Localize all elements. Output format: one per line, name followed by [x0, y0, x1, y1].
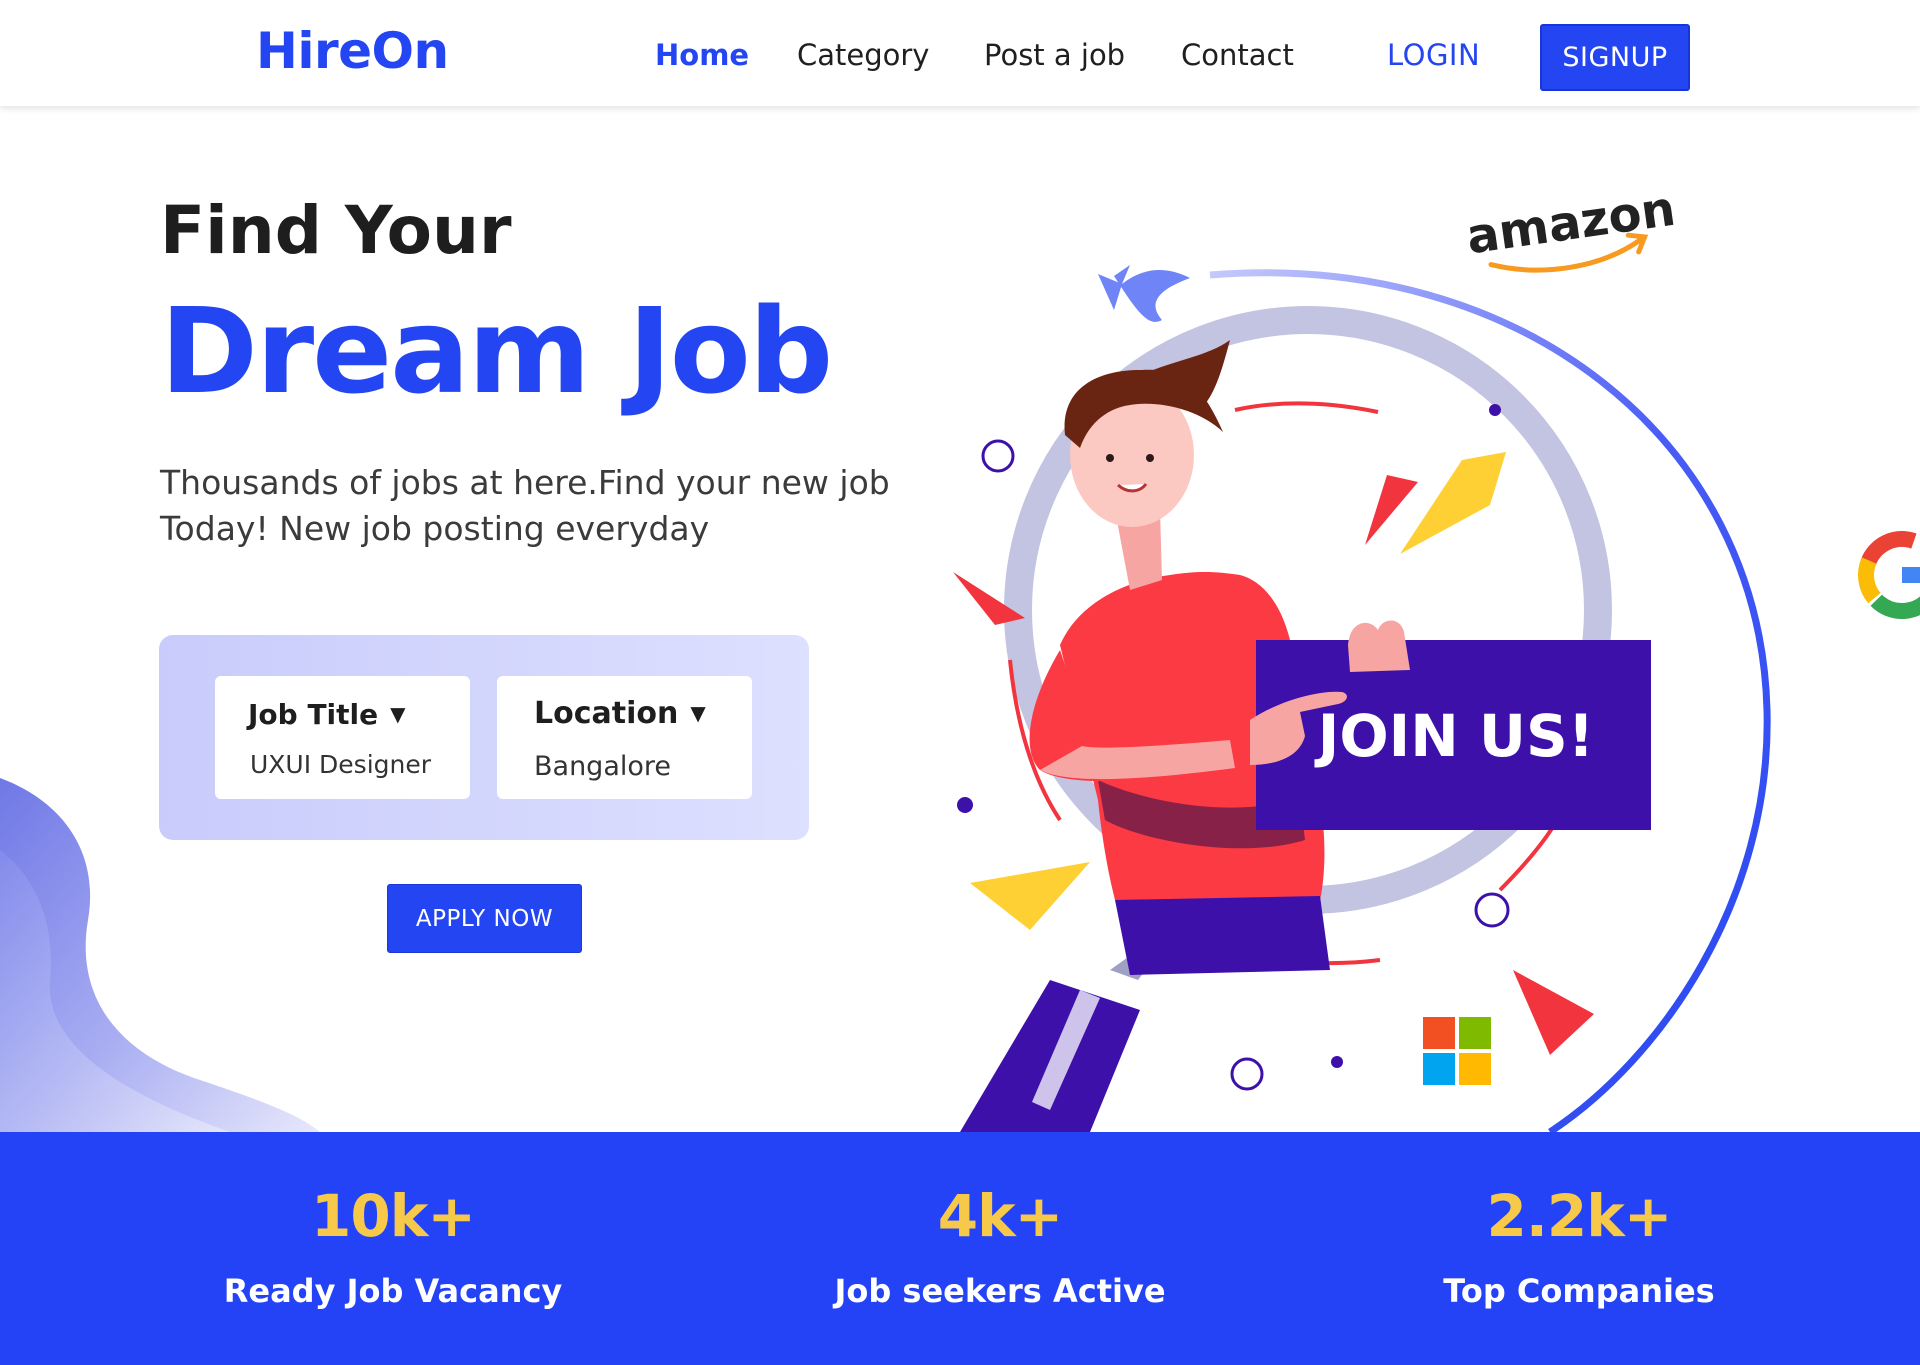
stat-job-seekers: 4k+ Job seekers Active [800, 1182, 1200, 1310]
nav-link-home[interactable]: Home [655, 38, 749, 72]
hero-subtitle: Thousands of jobs at here.Find your new … [160, 460, 920, 552]
signup-button[interactable]: SIGNUP [1540, 24, 1690, 91]
job-search-panel: Job Title ▼ UXUI Designer Location ▼ Banga… [159, 635, 809, 840]
hero-subtitle-line1: Thousands of jobs at here.Find your new … [160, 463, 890, 502]
stat-value: 10k+ [311, 1182, 476, 1250]
location-dropdown[interactable]: Location ▼ Bangalore [497, 676, 752, 799]
hero-title-line2: Dream Job [160, 282, 833, 420]
stats-bar: 10k+ Ready Job Vacancy 4k+ Job seekers A… [0, 1132, 1920, 1365]
svg-text:amazon: amazon [1463, 181, 1679, 266]
location-label: Location ▼ [534, 696, 706, 731]
stat-top-companies: 2.2k+ Top Companies [1379, 1182, 1779, 1310]
chevron-down-icon: ▼ [390, 702, 406, 726]
hero-illustration: amazon JOIN US! [953, 181, 1920, 1132]
orbit-arrow-icon [1114, 265, 1190, 322]
apply-now-button[interactable]: APPLY NOW [387, 884, 582, 953]
join-us-text: JOIN US! [1314, 702, 1595, 770]
stat-label: Job seekers Active [834, 1272, 1166, 1310]
hero-title-line1: Find Your [160, 192, 512, 269]
nav-link-contact[interactable]: Contact [1181, 38, 1294, 72]
job-title-dropdown[interactable]: Job Title ▼ UXUI Designer [215, 676, 470, 799]
hero-subtitle-line2: Today! New job posting everyday [160, 509, 710, 548]
stat-job-vacancy: 10k+ Ready Job Vacancy [193, 1182, 593, 1310]
chevron-down-icon: ▼ [690, 701, 706, 725]
google-icon [1858, 531, 1920, 619]
microsoft-icon [1423, 1017, 1491, 1085]
top-navbar: HireOn Home Category Post a job Contact … [0, 0, 1920, 106]
stat-value: 4k+ [937, 1182, 1064, 1250]
nav-link-category[interactable]: Category [797, 38, 929, 72]
stat-value: 2.2k+ [1486, 1182, 1673, 1250]
stat-label: Top Companies [1443, 1272, 1715, 1310]
job-title-label: Job Title ▼ [248, 698, 406, 731]
brand-logo[interactable]: HireOn [256, 22, 449, 80]
location-value: Bangalore [534, 751, 672, 782]
nav-link-post-a-job[interactable]: Post a job [984, 38, 1125, 72]
amazon-logo: amazon [1463, 181, 1679, 273]
stat-label: Ready Job Vacancy [223, 1272, 563, 1310]
job-title-value: UXUI Designer [250, 750, 432, 779]
login-link[interactable]: LOGIN [1387, 38, 1480, 72]
